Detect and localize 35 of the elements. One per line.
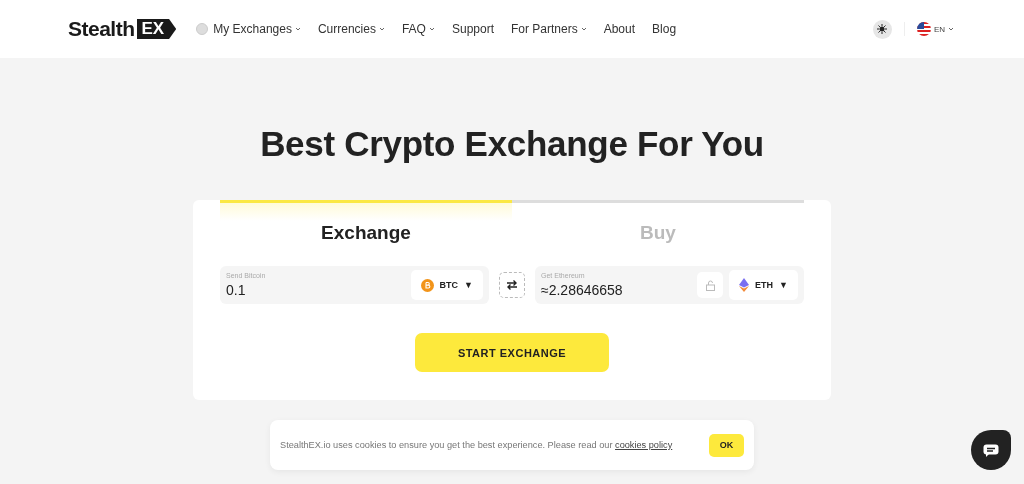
lock-icon <box>705 279 715 291</box>
currency-selector[interactable]: BTC ▼ <box>410 270 483 300</box>
chevron-icon <box>428 27 435 31</box>
nav-link[interactable]: My Exchanges <box>196 22 301 36</box>
nav-link[interactable]: About <box>603 22 636 36</box>
nav-link[interactable]: Blog <box>652 22 677 36</box>
coin-icon <box>420 278 434 292</box>
chevron-icon <box>378 27 385 31</box>
currency-selector[interactable]: ETH ▼ <box>729 270 798 300</box>
theme-toggle-button[interactable] <box>872 19 892 39</box>
logo-text: Stealth <box>68 17 135 41</box>
language-selector[interactable]: EN <box>916 22 954 36</box>
nav-link[interactable]: FAQ <box>401 22 435 36</box>
start-exchange-button[interactable]: START EXCHANGE <box>415 333 609 372</box>
swap-button[interactable] <box>499 272 525 298</box>
chevron-icon <box>294 27 301 31</box>
nav-link[interactable]: For Partners <box>511 22 587 36</box>
cookie-message: StealthEX.io uses cookies to ensure you get the best experience. Please read our cookies policy <box>280 440 673 450</box>
page-heading: Best Crypto Exchange For You <box>260 124 764 164</box>
ok-button[interactable]: OK <box>709 433 744 457</box>
chat-button[interactable] <box>971 430 1011 470</box>
chevron-icon <box>580 27 587 31</box>
sun-icon <box>877 24 888 34</box>
logo-badge: EX <box>136 19 177 39</box>
field-value: 0.1 <box>226 282 247 298</box>
flag-icon <box>916 22 931 36</box>
diamond-icon <box>739 278 750 292</box>
chat-icon <box>983 443 999 457</box>
nav-link[interactable]: Currencies <box>317 22 385 36</box>
swap-icon <box>506 279 518 291</box>
nav-link[interactable]: Support <box>451 22 494 36</box>
cookies-policy-link[interactable]: cookies policy <box>615 440 673 450</box>
field-value: ≈2.28646658 <box>541 282 624 298</box>
chevron-icon <box>948 27 954 31</box>
status-dot-icon <box>196 23 209 35</box>
